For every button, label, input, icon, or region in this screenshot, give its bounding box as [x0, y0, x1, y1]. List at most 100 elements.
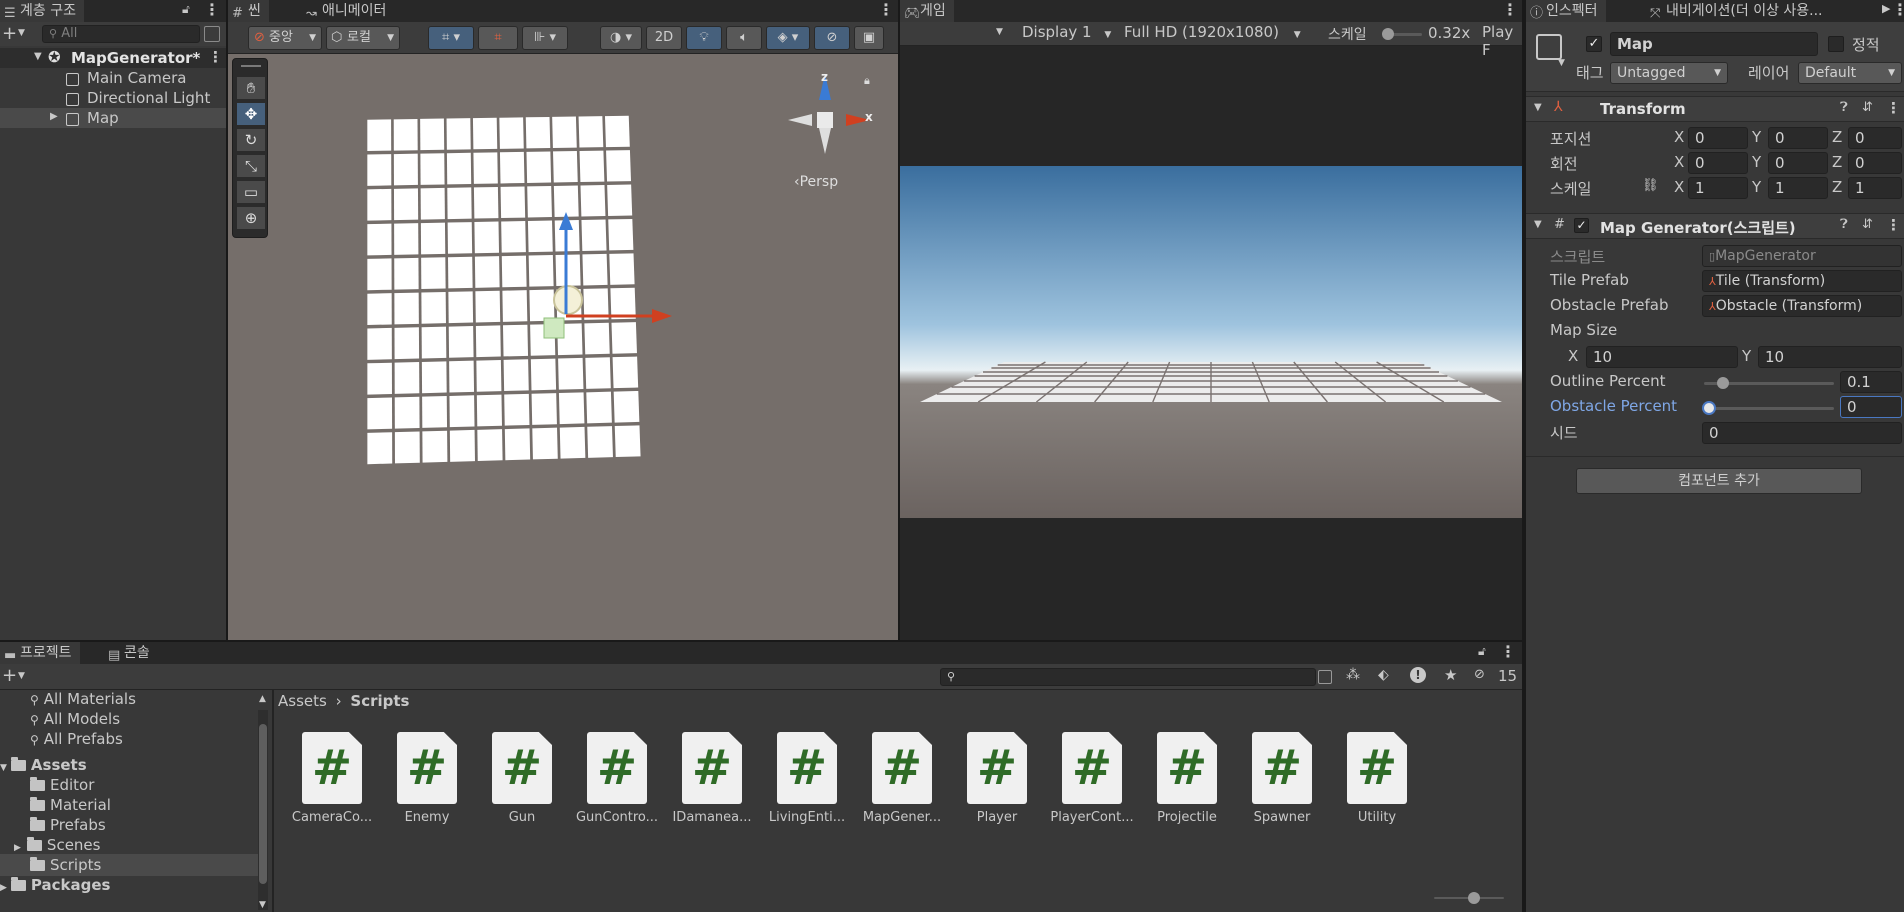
- scene-tile[interactable]: [579, 150, 605, 183]
- scene-tile[interactable]: [472, 117, 498, 150]
- scene-tile[interactable]: [614, 425, 641, 458]
- scene-tile[interactable]: [394, 292, 419, 325]
- script-asset-icon[interactable]: #: [397, 732, 457, 804]
- scene-menu-icon[interactable]: ⋮: [208, 48, 223, 66]
- tree-assets[interactable]: ▼ Assets: [0, 756, 87, 774]
- ruler-snap-dropdown[interactable]: ⊪ ▾: [522, 26, 568, 50]
- filter-label-icon[interactable]: ⬖: [1378, 667, 1389, 683]
- scene-tile[interactable]: [553, 185, 579, 218]
- hierarchy-item-main-camera[interactable]: Main Camera: [0, 68, 226, 88]
- search-by-type-icon[interactable]: [204, 26, 220, 42]
- search-by-type-icon[interactable]: [1318, 670, 1332, 684]
- log-filter-icon[interactable]: !: [1410, 667, 1426, 683]
- display-dropdown[interactable]: Display 1 ▼: [1022, 23, 1111, 41]
- outline-percent-slider-knob[interactable]: [1717, 377, 1729, 389]
- scene-tile[interactable]: [527, 185, 552, 218]
- collapse-arrow-icon[interactable]: ▼: [1534, 102, 1542, 113]
- script-asset-icon[interactable]: #: [682, 732, 742, 804]
- scene-tile[interactable]: [607, 184, 633, 216]
- play-focus-dropdown[interactable]: Play F: [1482, 23, 1522, 59]
- scene-tile[interactable]: [499, 117, 524, 149]
- scene-tile[interactable]: [394, 327, 420, 360]
- scene-tile[interactable]: [612, 356, 639, 389]
- scene-tile[interactable]: [587, 426, 613, 458]
- scene-tile[interactable]: [393, 118, 418, 151]
- scene-tile[interactable]: [449, 360, 475, 393]
- object-name-field[interactable]: Map: [1610, 32, 1818, 56]
- script-asset-icon[interactable]: #: [492, 732, 552, 804]
- help-icon[interactable]: ❓︎: [1840, 217, 1848, 232]
- scene-tile[interactable]: [448, 256, 473, 289]
- transform-y-field[interactable]: 0: [1768, 127, 1828, 149]
- scene-tile[interactable]: [367, 327, 392, 360]
- scene-tile[interactable]: [367, 293, 392, 326]
- scene-tile[interactable]: [504, 428, 531, 461]
- transform-x-field[interactable]: 0: [1688, 152, 1748, 174]
- scroll-up-icon[interactable]: ▲: [259, 694, 266, 704]
- map-size-x-field[interactable]: 10: [1586, 346, 1738, 368]
- hierarchy-search-input[interactable]: ⚲ All: [42, 25, 200, 43]
- scene-tile[interactable]: [446, 152, 472, 185]
- scene-tile[interactable]: [476, 359, 502, 392]
- tab-navigation[interactable]: ⤧ 내비게이션(더 이상 사용...: [1646, 0, 1876, 22]
- collapse-arrow-icon[interactable]: ▼: [1534, 219, 1542, 230]
- scene-tile[interactable]: [586, 391, 612, 424]
- expand-arrow-icon[interactable]: ▶: [50, 111, 58, 122]
- scene-tile[interactable]: [367, 188, 392, 221]
- scene-tile[interactable]: [581, 219, 607, 251]
- scene-tile[interactable]: [421, 257, 446, 290]
- transform-y-field[interactable]: 1: [1768, 177, 1828, 199]
- dropdown-arrow-icon[interactable]: ▼: [18, 28, 25, 38]
- scene-tile[interactable]: [501, 221, 526, 253]
- scene-tile[interactable]: [394, 431, 420, 464]
- scene-tile[interactable]: [526, 151, 552, 183]
- scene-tile[interactable]: [393, 188, 419, 221]
- scene-tile[interactable]: [606, 150, 632, 182]
- breadcrumb-assets[interactable]: Assets: [278, 692, 327, 710]
- scene-tile[interactable]: [449, 395, 475, 428]
- scene-tile[interactable]: [422, 430, 448, 463]
- scroll-down-icon[interactable]: ▼: [259, 900, 266, 910]
- map-size-y-field[interactable]: 10: [1758, 346, 1902, 368]
- link-icon[interactable]: ⛓︎: [1642, 178, 1659, 193]
- obstacle-percent-field[interactable]: 0: [1840, 396, 1902, 418]
- script-asset-icon[interactable]: #: [1157, 732, 1217, 804]
- scene-tile[interactable]: [448, 326, 474, 358]
- dropdown-arrow-icon[interactable]: ▼: [18, 671, 25, 681]
- script-asset-label[interactable]: Projectile: [1137, 810, 1237, 825]
- scene-tile[interactable]: [474, 221, 500, 254]
- scene-tile[interactable]: [613, 390, 640, 423]
- transform-x-field[interactable]: 0: [1688, 127, 1748, 149]
- scene-tile[interactable]: [476, 394, 502, 427]
- script-asset-label[interactable]: Utility: [1327, 810, 1427, 825]
- scene-tile[interactable]: [421, 361, 447, 394]
- tab-game[interactable]: 🎮︎ 게임: [900, 0, 954, 22]
- kebab-menu-icon[interactable]: ⋮: [1892, 0, 1904, 22]
- scene-tile[interactable]: [609, 253, 635, 285]
- tree-folder-scripts[interactable]: Scripts: [30, 856, 101, 874]
- add-icon[interactable]: +: [2, 23, 17, 44]
- scene-tile[interactable]: [502, 290, 528, 322]
- tab-hierarchy[interactable]: ☰ 계층 구조: [0, 0, 84, 22]
- help-icon[interactable]: ❓︎: [1840, 100, 1848, 115]
- scene-tile[interactable]: [420, 187, 445, 220]
- project-search-input[interactable]: ⚲: [940, 668, 1316, 686]
- component-menu-icon[interactable]: ⋮: [1886, 216, 1901, 234]
- chevron-down-icon[interactable]: ▼: [1558, 58, 1565, 68]
- filter-type-icon[interactable]: ⁂: [1346, 667, 1360, 683]
- scene-tile[interactable]: [422, 396, 448, 428]
- scene-tile[interactable]: [447, 222, 473, 254]
- kebab-menu-icon[interactable]: ⋮: [204, 0, 220, 22]
- scene-tile[interactable]: [500, 186, 526, 219]
- scene-tile[interactable]: [503, 359, 529, 392]
- hidden-packages-icon[interactable]: ⊘: [1474, 667, 1485, 682]
- plane-handle[interactable]: [543, 317, 565, 339]
- scene-tile[interactable]: [532, 427, 558, 460]
- scene-tile[interactable]: [394, 257, 419, 290]
- audio-toggle[interactable]: 🔈︎: [726, 26, 762, 50]
- tree-folder-material[interactable]: Material: [30, 796, 111, 814]
- scene-tile[interactable]: [393, 153, 418, 186]
- scene-tile[interactable]: [502, 324, 529, 357]
- script-asset-label[interactable]: LivingEnti...: [757, 810, 857, 825]
- favorite-all-materials[interactable]: ⚲ All Materials: [30, 690, 136, 708]
